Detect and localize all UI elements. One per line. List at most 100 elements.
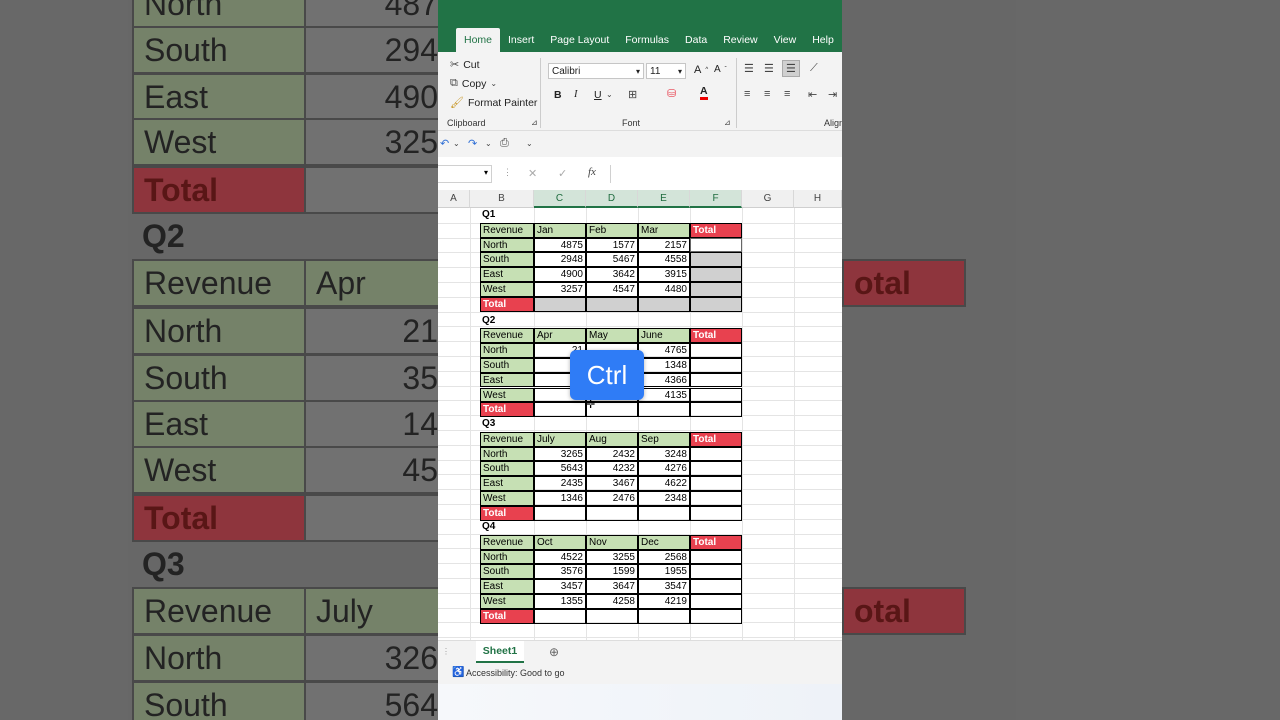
value-cell[interactable]: 1577 bbox=[586, 237, 638, 253]
column-total-cell[interactable] bbox=[690, 402, 742, 418]
region-cell[interactable]: South bbox=[480, 252, 534, 268]
total-row-label[interactable]: Total bbox=[480, 296, 534, 312]
chevron-down-icon[interactable]: ⌄ bbox=[485, 139, 492, 148]
region-cell[interactable]: South bbox=[480, 564, 534, 580]
value-cell[interactable]: 4622 bbox=[638, 476, 690, 491]
value-cell[interactable]: 4276 bbox=[638, 461, 690, 477]
total-header[interactable]: Total bbox=[690, 534, 742, 550]
quarter-label[interactable]: Q2 bbox=[482, 315, 495, 326]
value-cell[interactable]: 3457 bbox=[534, 579, 586, 594]
row-total-cell[interactable] bbox=[690, 476, 742, 491]
value-cell[interactable]: 1348 bbox=[638, 357, 690, 373]
value-cell[interactable]: 3248 bbox=[638, 446, 690, 462]
value-cell[interactable]: 2432 bbox=[586, 446, 638, 462]
shrink-font-button[interactable]: Aˇ bbox=[714, 64, 727, 75]
tab-review[interactable]: Review bbox=[715, 28, 765, 52]
cut-button[interactable]: ✂ Cut bbox=[450, 58, 480, 72]
value-cell[interactable]: 3265 bbox=[534, 446, 586, 462]
column-total-cell[interactable] bbox=[638, 296, 690, 312]
region-cell[interactable]: North bbox=[480, 446, 534, 462]
revenue-header[interactable]: Revenue bbox=[480, 534, 534, 550]
more-options-icon[interactable]: ⋮ bbox=[442, 647, 450, 656]
column-header-e[interactable]: E bbox=[638, 190, 690, 208]
total-header[interactable]: Total bbox=[690, 328, 742, 344]
customize-toolbar-icon[interactable]: ⌄ bbox=[526, 139, 533, 148]
column-header-f[interactable]: F bbox=[690, 190, 742, 208]
value-cell[interactable]: 2348 bbox=[638, 491, 690, 506]
format-painter-button[interactable]: 🖌 Format Painter bbox=[450, 96, 537, 110]
value-cell[interactable]: 4547 bbox=[586, 282, 638, 297]
increase-indent-icon[interactable]: ⇥ bbox=[828, 88, 837, 101]
bold-button[interactable]: B bbox=[554, 89, 562, 101]
decrease-indent-icon[interactable]: ⇤ bbox=[808, 88, 817, 101]
quarter-label[interactable]: Q4 bbox=[482, 521, 495, 532]
print-preview-icon[interactable]: ⎙ bbox=[500, 137, 509, 150]
value-cell[interactable]: 4522 bbox=[534, 549, 586, 565]
row-total-cell[interactable] bbox=[690, 594, 742, 609]
row-total-cell[interactable] bbox=[690, 372, 742, 388]
align-left-icon[interactable]: ≡ bbox=[744, 88, 750, 100]
worksheet-grid[interactable]: A B C D E F G H Q1 Revenue Jan Feb Mar Total North 4875… bbox=[438, 190, 842, 640]
row-total-cell[interactable] bbox=[690, 446, 742, 462]
copy-button[interactable]: ⧉ Copy ⌄ bbox=[450, 77, 497, 90]
region-cell[interactable]: East bbox=[480, 267, 534, 282]
region-cell[interactable]: North bbox=[480, 549, 534, 565]
month-header[interactable]: Apr bbox=[534, 328, 586, 344]
quarter-label[interactable]: Q3 bbox=[482, 418, 495, 429]
value-cell[interactable]: 3255 bbox=[586, 549, 638, 565]
value-cell[interactable]: 4875 bbox=[534, 237, 586, 253]
column-total-cell[interactable] bbox=[534, 402, 586, 418]
value-cell[interactable]: 5643 bbox=[534, 461, 586, 477]
value-cell[interactable]: 2476 bbox=[586, 491, 638, 506]
value-cell[interactable]: 2568 bbox=[638, 549, 690, 565]
row-total-cell[interactable] bbox=[690, 387, 742, 403]
month-header[interactable]: Feb bbox=[586, 222, 638, 238]
tab-data[interactable]: Data bbox=[677, 28, 715, 52]
quarter-label[interactable]: Q1 bbox=[482, 209, 495, 220]
revenue-header[interactable]: Revenue bbox=[480, 222, 534, 238]
align-top-icon[interactable]: ☰ bbox=[744, 62, 754, 75]
value-cell[interactable]: 2435 bbox=[534, 476, 586, 491]
region-cell[interactable]: East bbox=[480, 579, 534, 594]
month-header[interactable]: Jan bbox=[534, 222, 586, 238]
chevron-down-icon[interactable]: ⌄ bbox=[606, 90, 613, 99]
more-options-icon[interactable]: ⋮ bbox=[503, 167, 512, 178]
value-cell[interactable]: 2948 bbox=[534, 252, 586, 268]
value-cell[interactable]: 1955 bbox=[638, 564, 690, 580]
total-header[interactable]: Total bbox=[690, 222, 742, 238]
value-cell[interactable]: 3642 bbox=[586, 267, 638, 282]
add-sheet-icon[interactable]: ⊕ bbox=[549, 645, 559, 659]
column-header-a[interactable]: A bbox=[438, 190, 470, 208]
column-total-cell[interactable] bbox=[690, 505, 742, 521]
chevron-down-icon[interactable]: ⌄ bbox=[453, 139, 460, 148]
font-name-select[interactable]: Calibri ▾ bbox=[548, 63, 644, 79]
value-cell[interactable]: 1355 bbox=[534, 594, 586, 609]
revenue-header[interactable]: Revenue bbox=[480, 328, 534, 344]
column-header-h[interactable]: H bbox=[794, 190, 842, 208]
region-cell[interactable]: South bbox=[480, 357, 534, 373]
value-cell[interactable]: 5467 bbox=[586, 252, 638, 268]
tab-formulas[interactable]: Formulas bbox=[617, 28, 677, 52]
region-cell[interactable]: West bbox=[480, 491, 534, 506]
tab-home[interactable]: Home bbox=[456, 28, 501, 52]
row-total-cell[interactable] bbox=[690, 343, 742, 358]
row-total-cell[interactable] bbox=[690, 282, 742, 297]
column-total-cell[interactable] bbox=[638, 402, 690, 418]
dialog-launcher-icon[interactable]: ⊿ bbox=[724, 118, 731, 127]
region-cell[interactable]: North bbox=[480, 237, 534, 253]
month-header[interactable]: Aug bbox=[586, 431, 638, 447]
column-total-cell[interactable] bbox=[638, 608, 690, 624]
region-cell[interactable]: West bbox=[480, 387, 534, 403]
value-cell[interactable]: 1599 bbox=[586, 564, 638, 580]
grow-font-button[interactable]: A ^ bbox=[694, 64, 708, 76]
value-cell[interactable]: 3547 bbox=[638, 579, 690, 594]
column-header-g[interactable]: G bbox=[742, 190, 794, 208]
region-cell[interactable]: West bbox=[480, 282, 534, 297]
tab-page-layout[interactable]: Page Layout bbox=[542, 28, 617, 52]
column-header-d[interactable]: D bbox=[586, 190, 638, 208]
column-header-b[interactable]: B bbox=[470, 190, 534, 208]
tab-insert[interactable]: Insert bbox=[500, 28, 542, 52]
month-header[interactable]: June bbox=[638, 328, 690, 344]
enter-icon[interactable]: ✓ bbox=[558, 167, 567, 180]
row-total-cell[interactable] bbox=[690, 357, 742, 373]
